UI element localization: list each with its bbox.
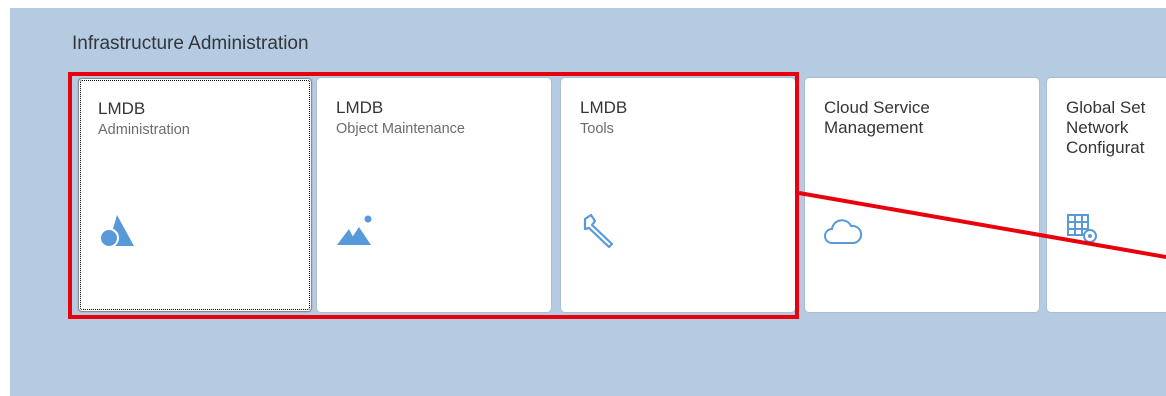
tile-subtitle: Object Maintenance (336, 121, 465, 137)
table-gear-icon (1067, 214, 1097, 243)
tile-title: LMDB (580, 98, 628, 117)
mountain-sun-icon (99, 215, 134, 248)
tile-lmdb-administration[interactable]: LMDB Administration (78, 78, 312, 312)
tile-lmdb-object-maintenance[interactable]: LMDB Object Maintenance (317, 78, 551, 312)
tile-subtitle: Administration (98, 122, 190, 138)
tile-subtitle: Tools (580, 121, 614, 137)
landscape-icon (337, 215, 372, 245)
cloud-icon (824, 219, 863, 244)
tile-title: LMDB (98, 99, 146, 118)
tile-global-settings-network-configuration[interactable]: Global Set Network Configurat (1047, 78, 1166, 312)
tile-title: Cloud Service Management (824, 98, 930, 137)
wrench-icon (583, 213, 614, 249)
tile-title: Global Set Network Configurat (1066, 98, 1146, 157)
tile-title: LMDB (336, 98, 384, 117)
tile-lmdb-tools[interactable]: LMDB Tools (561, 78, 795, 312)
tile-cloud-service-management[interactable]: Cloud Service Management (805, 78, 1039, 312)
launchpad-area: Infrastructure Administration LMDB Admin… (10, 8, 1166, 396)
group-title: Infrastructure Administration (72, 33, 309, 54)
